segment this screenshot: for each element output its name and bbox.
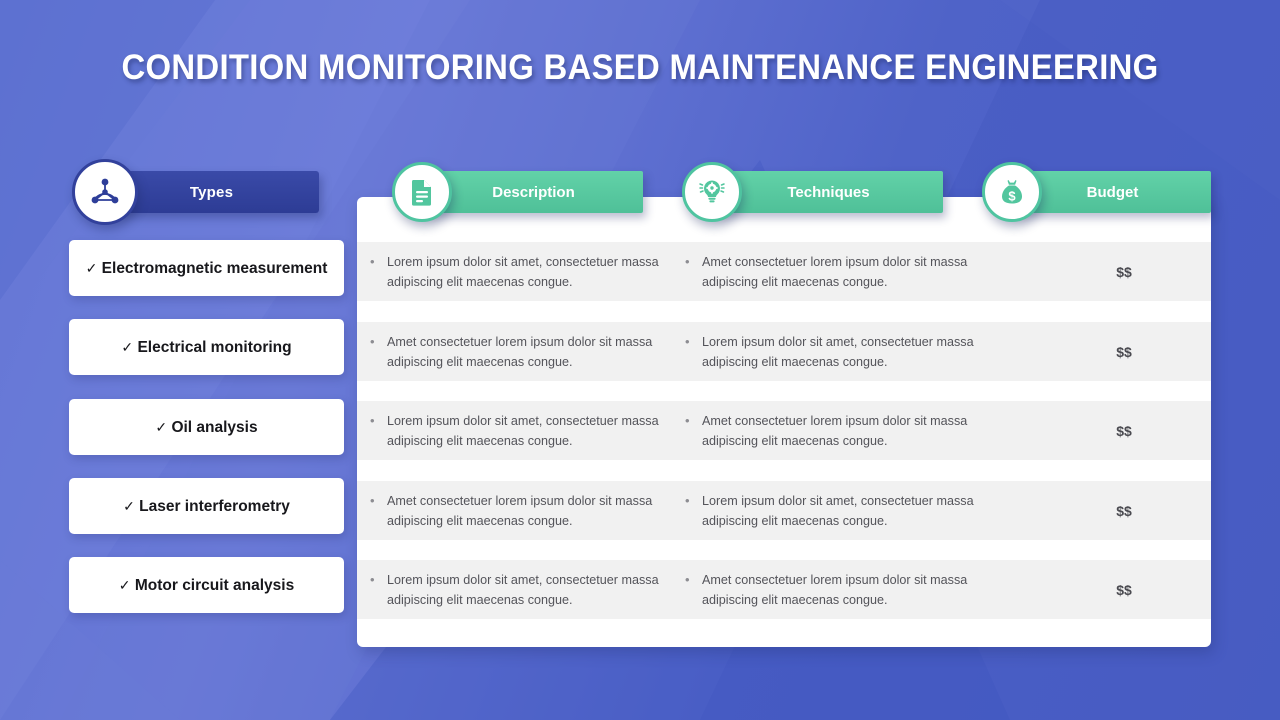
cell-budget: $$ [1037, 481, 1211, 540]
lightbulb-gear-icon-glyph [699, 180, 725, 203]
sidebar-item-oil-analysis[interactable]: ✓ Oil analysis [69, 399, 344, 455]
money-bag-icon: $ [982, 162, 1042, 222]
page-title: CONDITION MONITORING BASED MAINTENANCE E… [121, 48, 1159, 87]
types-header-label: Types [189, 183, 234, 201]
cell-description: • Amet consectetuer lorem ipsum dolor si… [370, 331, 670, 372]
sidebar-item-text: ✓ Oil analysis [155, 417, 257, 438]
column-header-budget: Budget [1014, 171, 1211, 213]
bullet-icon: • [370, 413, 375, 428]
cell-budget: $$ [1037, 322, 1211, 381]
check-icon: ✓ [155, 418, 168, 435]
bullet-icon: • [685, 254, 690, 269]
bullet-icon: • [685, 334, 690, 349]
check-icon: ✓ [85, 259, 98, 276]
sidebar-item-label: Electromagnetic measurement [101, 259, 328, 277]
document-icon [392, 162, 452, 222]
cell-techniques-text: Lorem ipsum dolor sit amet, consectetuer… [702, 335, 974, 369]
cell-description: • Lorem ipsum dolor sit amet, consectetu… [370, 569, 670, 610]
cell-description-text: Lorem ipsum dolor sit amet, consectetuer… [387, 414, 659, 448]
sidebar-item-text: ✓ Laser interferometry [123, 496, 290, 517]
cell-description-text: Amet consectetuer lorem ipsum dolor sit … [387, 494, 653, 528]
network-nodes-icon [72, 159, 138, 225]
bullet-icon: • [370, 572, 375, 587]
document-icon-glyph [411, 180, 431, 206]
sidebar-item-label: Laser interferometry [139, 497, 290, 515]
cell-description: • Lorem ipsum dolor sit amet, consectetu… [370, 251, 670, 292]
bullet-icon: • [685, 493, 690, 508]
cell-budget-text: $$ [1116, 503, 1132, 519]
sidebar-item-text: ✓ Electrical monitoring [121, 337, 291, 358]
table-row[interactable]: • Lorem ipsum dolor sit amet, consectetu… [357, 242, 1211, 301]
sidebar-item-electrical-monitoring[interactable]: ✓ Electrical monitoring [69, 319, 344, 375]
cell-budget-text: $$ [1116, 582, 1132, 598]
check-icon: ✓ [123, 497, 135, 514]
table-row[interactable]: • Amet consectetuer lorem ipsum dolor si… [357, 481, 1211, 540]
bullet-icon: • [370, 493, 375, 508]
cell-budget-text: $$ [1116, 264, 1132, 280]
lightbulb-gear-icon [682, 162, 742, 222]
column-header-techniques-label: Techniques [787, 183, 870, 201]
sidebar-item-laser-interferometry[interactable]: ✓ Laser interferometry [69, 478, 344, 534]
cell-description-text: Amet consectetuer lorem ipsum dolor sit … [387, 335, 653, 369]
cell-techniques-text: Amet consectetuer lorem ipsum dolor sit … [702, 573, 968, 607]
cell-description: • Lorem ipsum dolor sit amet, consectetu… [370, 410, 670, 451]
cell-budget: $$ [1037, 401, 1211, 460]
cell-techniques-text: Amet consectetuer lorem ipsum dolor sit … [702, 255, 968, 289]
column-header-description: Description [424, 171, 643, 213]
cell-techniques: • Amet consectetuer lorem ipsum dolor si… [685, 251, 985, 292]
cell-techniques: • Amet consectetuer lorem ipsum dolor si… [685, 410, 985, 451]
bullet-icon: • [685, 572, 690, 587]
column-header-techniques: Techniques [714, 171, 943, 213]
table-row[interactable]: • Amet consectetuer lorem ipsum dolor si… [357, 322, 1211, 381]
bullet-icon: • [370, 254, 375, 269]
cell-techniques: • Amet consectetuer lorem ipsum dolor si… [685, 569, 985, 610]
svg-text:$: $ [1008, 189, 1016, 204]
sidebar-item-label: Motor circuit analysis [134, 576, 295, 594]
sidebar-item-electromagnetic-measurement[interactable]: ✓ Electromagnetic measurement [69, 240, 344, 296]
cell-budget: $$ [1037, 560, 1211, 619]
sidebar-item-text: ✓ Motor circuit analysis [119, 575, 294, 596]
check-icon: ✓ [121, 338, 134, 355]
sidebar-item-label: Oil analysis [171, 418, 258, 436]
check-icon: ✓ [118, 576, 131, 593]
money-bag-icon-glyph: $ [1002, 180, 1022, 204]
cell-description-text: Lorem ipsum dolor sit amet, consectetuer… [387, 255, 659, 289]
cell-budget-text: $$ [1116, 344, 1132, 360]
cell-techniques-text: Lorem ipsum dolor sit amet, consectetuer… [702, 494, 974, 528]
column-header-budget-label: Budget [1086, 183, 1139, 201]
table-row[interactable]: • Lorem ipsum dolor sit amet, consectetu… [357, 560, 1211, 619]
sidebar-item-text: ✓ Electromagnetic measurement [86, 258, 328, 279]
sidebar-item-label: Electrical monitoring [137, 338, 292, 356]
cell-budget-text: $$ [1116, 423, 1132, 439]
sidebar-item-motor-circuit-analysis[interactable]: ✓ Motor circuit analysis [69, 557, 344, 613]
cell-techniques: • Lorem ipsum dolor sit amet, consectetu… [685, 490, 985, 531]
cell-techniques-text: Amet consectetuer lorem ipsum dolor sit … [702, 414, 968, 448]
table-row[interactable]: • Lorem ipsum dolor sit amet, consectetu… [357, 401, 1211, 460]
bullet-icon: • [685, 413, 690, 428]
table-card: • Lorem ipsum dolor sit amet, consectetu… [357, 197, 1211, 647]
network-nodes-icon-glyph [91, 178, 119, 204]
cell-budget: $$ [1037, 242, 1211, 301]
cell-techniques: • Lorem ipsum dolor sit amet, consectetu… [685, 331, 985, 372]
column-header-description-label: Description [492, 183, 575, 201]
cell-description: • Amet consectetuer lorem ipsum dolor si… [370, 490, 670, 531]
bullet-icon: • [370, 334, 375, 349]
cell-description-text: Lorem ipsum dolor sit amet, consectetuer… [387, 573, 659, 607]
